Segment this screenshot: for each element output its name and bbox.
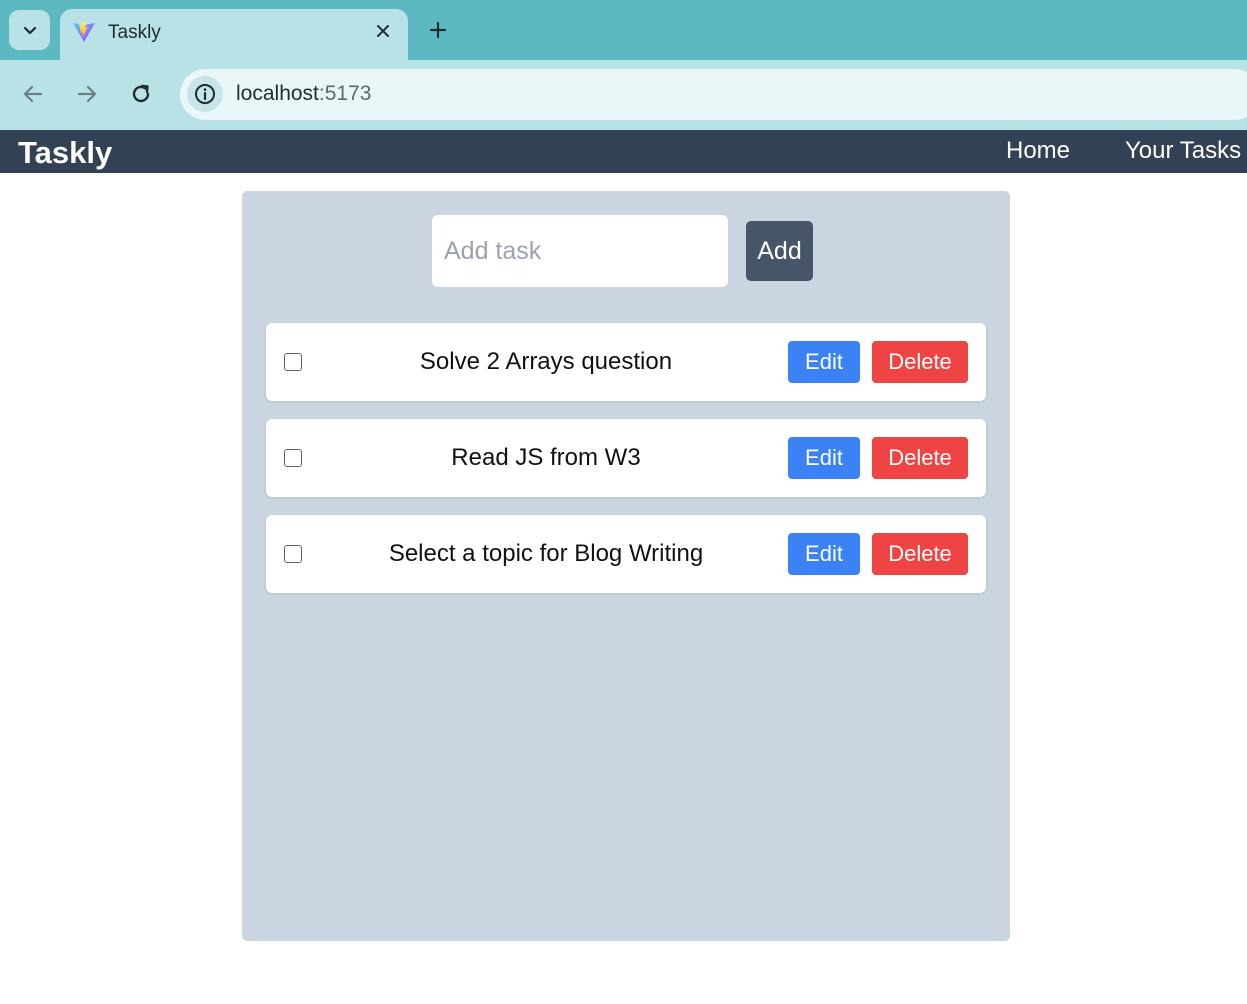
delete-task-button[interactable]: Delete (872, 341, 968, 383)
site-info-button[interactable] (187, 76, 223, 112)
delete-task-button[interactable]: Delete (872, 533, 968, 575)
plus-icon (429, 21, 447, 39)
forward-button[interactable] (73, 80, 101, 108)
app-navbar: Taskly Home Your Tasks (0, 130, 1247, 173)
url-host: localhost (236, 82, 319, 105)
tab-search-button[interactable] (9, 10, 50, 50)
browser-toolbar: localhost:5173 (0, 60, 1247, 130)
chevron-down-icon (23, 26, 36, 35)
edit-task-button[interactable]: Edit (788, 437, 860, 479)
vite-logo-icon (73, 22, 95, 42)
address-bar[interactable]: localhost:5173 (180, 69, 1247, 120)
new-tab-button[interactable] (424, 16, 452, 44)
info-icon (195, 84, 215, 104)
add-task-input[interactable] (432, 215, 728, 287)
task-item: Solve 2 Arrays question Edit Delete (266, 323, 986, 401)
task-checkbox[interactable] (284, 545, 302, 563)
delete-task-button[interactable]: Delete (872, 437, 968, 479)
task-text: Read JS from W3 (451, 444, 641, 471)
edit-task-button[interactable]: Edit (788, 533, 860, 575)
reload-button[interactable] (127, 80, 155, 108)
url-text: localhost:5173 (236, 82, 371, 106)
task-item: Select a topic for Blog Writing Edit Del… (266, 515, 986, 593)
browser-tabstrip: Taskly (0, 0, 1247, 60)
add-task-button[interactable]: Add (746, 221, 813, 281)
nav-link-home[interactable]: Home (1006, 137, 1070, 165)
url-port: :5173 (318, 82, 372, 105)
task-item: Read JS from W3 Edit Delete (266, 419, 986, 497)
browser-tab-active[interactable]: Taskly (60, 9, 408, 60)
edit-task-button[interactable]: Edit (788, 341, 860, 383)
tasks-panel: Add Solve 2 Arrays question Edit Delete … (242, 191, 1010, 941)
task-text: Solve 2 Arrays question (419, 348, 673, 375)
back-button[interactable] (19, 80, 47, 108)
task-text: Select a topic for Blog Writing (388, 540, 704, 567)
close-icon (377, 25, 389, 37)
task-checkbox[interactable] (284, 449, 302, 467)
tab-title: Taskly (108, 22, 161, 43)
reload-icon (132, 84, 150, 103)
app-brand[interactable]: Taskly (18, 135, 112, 171)
arrow-right-icon (77, 85, 97, 103)
arrow-left-icon (23, 85, 43, 103)
nav-link-your-tasks[interactable]: Your Tasks (1125, 137, 1241, 165)
task-checkbox[interactable] (284, 353, 302, 371)
tab-close-button[interactable] (371, 19, 395, 43)
